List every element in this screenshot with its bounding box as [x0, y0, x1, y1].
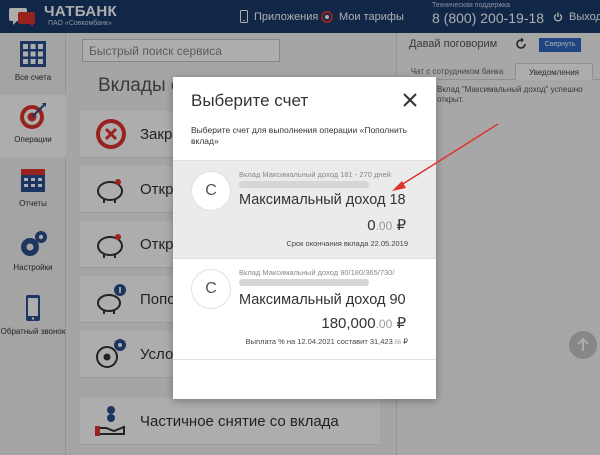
footer-currency: ₽ — [403, 337, 408, 346]
balance-cents: .00 — [375, 317, 393, 331]
account-option-1[interactable]: С Вклад Максимальный доход 181 - 270 дне… — [173, 161, 436, 258]
account-footer: Срок окончания вклада 22.05.2019 — [286, 239, 408, 248]
balance-main: 0 — [367, 217, 376, 234]
account-number-masked — [239, 279, 369, 286]
footer-cents: .56 — [392, 340, 402, 346]
balance-cents: .00 — [375, 219, 393, 233]
account-name: Максимальный доход 90 — [239, 292, 406, 308]
currency-sign: ₽ — [396, 315, 406, 332]
divider — [173, 359, 436, 360]
balance-main: 180,000 — [321, 315, 376, 332]
account-name: Максимальный доход 18 — [239, 192, 406, 208]
account-number-masked — [239, 181, 369, 188]
account-avatar: С — [191, 269, 231, 309]
account-option-2[interactable]: С Вклад Максимальный доход 90/180/365/73… — [173, 259, 436, 356]
footer-text: Выплата % на 12.04.2021 составит 31,423 — [245, 337, 393, 346]
currency-sign: ₽ — [396, 217, 406, 234]
modal-description: Выберите счет для выполнения операции «П… — [191, 125, 408, 146]
select-account-modal: Выберите счет Выберите счет для выполнен… — [173, 77, 436, 399]
account-type: Вклад Максимальный доход 181 - 270 дней — [239, 170, 391, 179]
account-balance: 0.00 ₽ — [367, 216, 406, 234]
account-footer: Выплата % на 12.04.2021 составит 31,423.… — [246, 337, 408, 346]
close-icon[interactable] — [401, 91, 419, 109]
account-balance: 180,000.00 ₽ — [321, 314, 406, 332]
account-avatar: С — [191, 171, 231, 211]
account-type: Вклад Максимальный доход 90/180/365/730/ — [239, 268, 395, 277]
modal-title: Выберите счет — [191, 91, 309, 110]
